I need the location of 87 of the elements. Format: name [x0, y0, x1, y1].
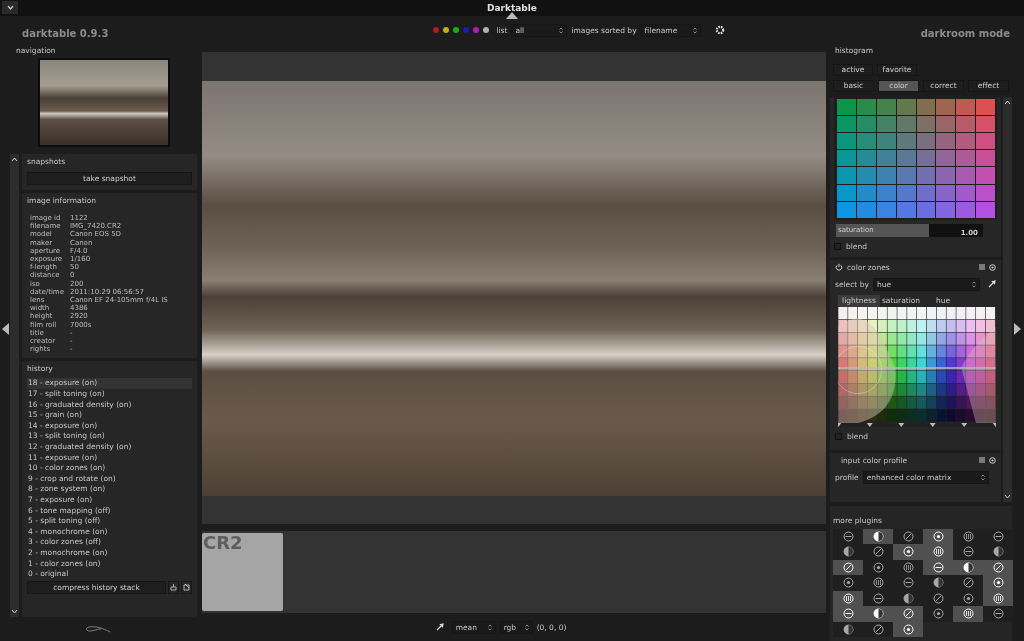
module-toggle-button[interactable] [863, 528, 893, 544]
module-toggle-button[interactable] [833, 528, 863, 544]
color-label-dot[interactable] [483, 27, 490, 33]
module-icon [932, 608, 944, 620]
module-icon [842, 608, 854, 620]
navigation-thumbnail[interactable] [38, 58, 170, 147]
color-zones-graph[interactable] [838, 306, 996, 427]
module-icon [872, 623, 884, 635]
module-icon [992, 608, 1004, 620]
chevron-down-icon [6, 5, 14, 10]
module-icon [902, 561, 914, 573]
module-icon [902, 608, 914, 620]
module-toggle-button[interactable] [893, 528, 923, 544]
scroll-up-icon[interactable] [1004, 98, 1011, 106]
app-name: darktable 0.9.3 [21, 27, 110, 41]
reset-icon[interactable] [989, 263, 996, 271]
swirl-logo-icon [85, 625, 111, 633]
module-icon [962, 608, 974, 620]
window-title: Darktable [487, 3, 537, 13]
updown-arrows-icon [559, 26, 564, 34]
color-picker-button[interactable] [988, 280, 996, 289]
module-icon [902, 592, 914, 604]
color-label-dot[interactable] [473, 27, 480, 33]
module-icon [902, 577, 914, 589]
power-icon[interactable] [835, 263, 843, 272]
color-label-dot[interactable] [463, 27, 470, 33]
scroll-down-icon[interactable] [1004, 492, 1011, 500]
view-mode-label: darkroom mode [919, 27, 1011, 41]
module-toggle-button[interactable] [953, 606, 983, 622]
module-icon [902, 623, 914, 635]
module-icon [842, 546, 854, 558]
color-picker-icon [435, 623, 444, 631]
reset-icon[interactable] [989, 456, 996, 464]
updown-arrows-icon [487, 623, 492, 631]
module-icon [872, 561, 884, 573]
scrollbar[interactable] [1003, 96, 1012, 502]
scroll-up-icon[interactable] [11, 156, 18, 163]
scrollbar[interactable] [10, 154, 19, 617]
module-icon [932, 530, 944, 542]
module-icon [872, 608, 884, 620]
color-picker-button[interactable] [435, 623, 444, 631]
module-icon [842, 530, 854, 542]
module-icon [872, 592, 884, 604]
color-swatch-grid[interactable] [834, 96, 997, 220]
module-icon [872, 577, 884, 589]
module-icon [962, 592, 974, 604]
copy-history-button[interactable] [168, 580, 179, 594]
collapse-button[interactable] [2, 1, 18, 14]
module-toggle-button[interactable] [833, 575, 863, 591]
settings-button[interactable] [714, 25, 725, 35]
module-icon [962, 561, 974, 573]
scroll-down-icon[interactable] [11, 608, 18, 615]
module-icon [932, 592, 944, 604]
module-icon [932, 546, 944, 558]
module-toggle-button[interactable] [983, 606, 1013, 622]
settings-icon [714, 25, 725, 35]
color-label-dot[interactable] [433, 27, 440, 33]
module-icon [842, 561, 854, 573]
module-icon [842, 623, 854, 635]
module-icon [872, 530, 884, 542]
module-icon [962, 546, 974, 558]
updown-arrows-icon [972, 280, 976, 288]
module-icon [872, 546, 884, 558]
module-icon [992, 592, 1004, 604]
module-icon [842, 592, 854, 604]
module-icon [902, 546, 914, 558]
module-toggle-button[interactable] [923, 606, 953, 622]
module-icon [842, 577, 854, 589]
module-toggle-button[interactable] [923, 528, 953, 544]
module-icon [932, 561, 944, 573]
module-icon [902, 530, 914, 542]
color-label-dot[interactable] [453, 27, 460, 33]
updown-arrows-icon [692, 26, 697, 34]
module-icon [962, 577, 974, 589]
paste-history-button[interactable] [181, 580, 192, 594]
module-icon [992, 561, 1004, 573]
module-icon [992, 577, 1004, 589]
module-icon [992, 546, 1004, 558]
color-label-dot[interactable] [443, 27, 450, 33]
module-toggle-button[interactable] [893, 544, 923, 560]
top-panel-toggle-icon[interactable] [506, 12, 518, 19]
module-icon [932, 577, 944, 589]
updown-arrows-icon [524, 623, 529, 631]
updown-arrows-icon [980, 473, 985, 481]
color-picker-icon [988, 280, 996, 289]
module-icon [962, 530, 974, 542]
module-icon [992, 530, 1004, 542]
